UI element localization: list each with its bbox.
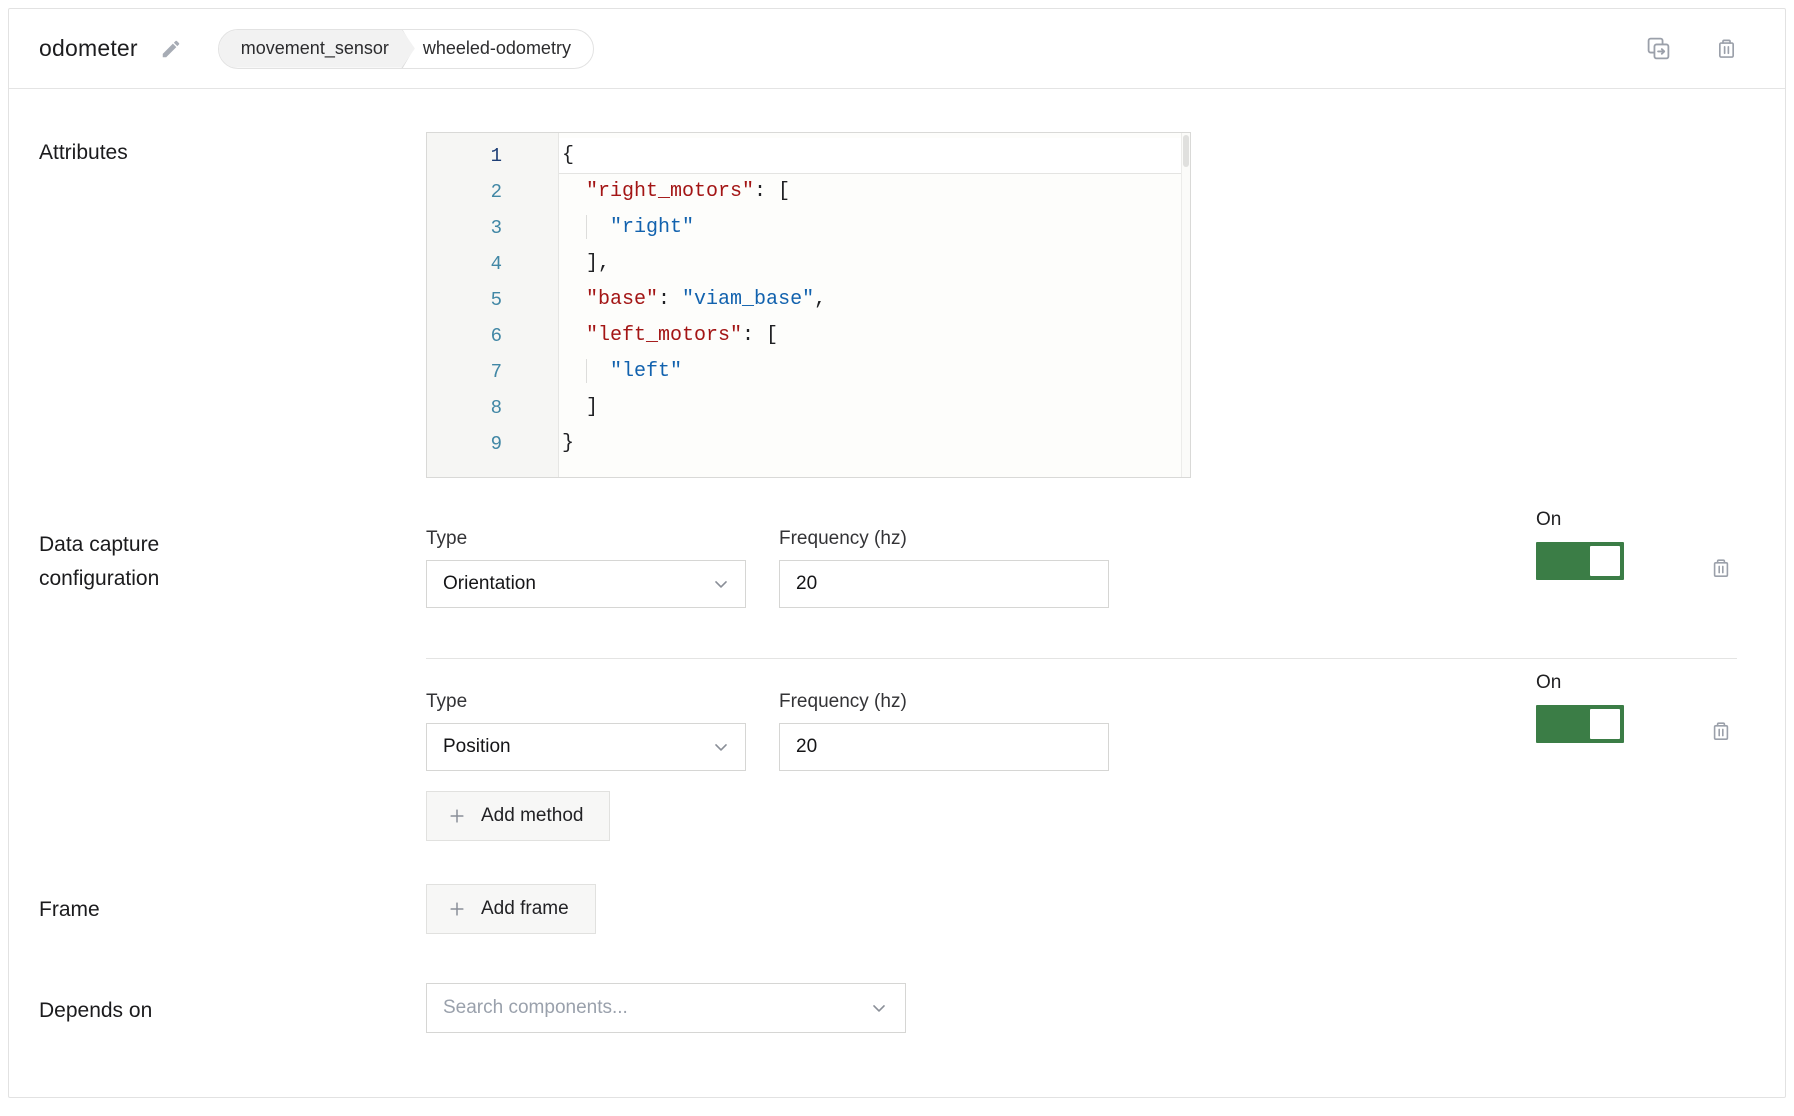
toggle-knob [1590,709,1620,739]
add-frame-button[interactable]: Add frame [426,884,596,934]
toggle-on-label: On [1536,509,1624,531]
frequency-label: Frequency (hz) [779,691,1109,713]
frame-section: Frame Add frame [9,884,1785,934]
add-method-button[interactable]: Add method [426,791,610,841]
delete-method-button[interactable] [1709,556,1733,580]
chevron-down-icon [711,574,731,594]
attributes-section: Attributes 1 2 3 4 5 6 7 8 9 { "right_mo… [9,132,1785,478]
frequency-input[interactable] [779,560,1109,608]
type-select[interactable]: Orientation [426,560,746,608]
rename-button[interactable] [160,38,182,60]
component-header: odometer movement_sensor wheeled-odometr… [9,9,1785,89]
data-capture-label: Data capture configuration [39,528,249,596]
plus-icon [447,806,467,826]
code-line: "base": "viam_base", [559,282,1190,318]
line-number: 2 [427,174,558,210]
plus-icon [447,899,467,919]
code-line: } [559,426,1190,462]
trash-icon [1714,36,1739,61]
frequency-input[interactable] [779,723,1109,771]
line-number: 9 [427,426,558,462]
type-select-value: Position [443,736,711,758]
frame-label: Frame [39,884,426,927]
code-line: ] [559,390,1190,426]
line-number: 3 [427,210,558,246]
frequency-label: Frequency (hz) [779,528,1109,550]
code-line: "right_motors": [ [559,174,1190,210]
type-label: Type [426,691,746,713]
component-name: odometer [39,35,138,62]
breadcrumb-family: movement_sensor [219,30,415,68]
duplicate-icon [1645,35,1672,62]
search-components-input[interactable] [443,997,869,1019]
type-select[interactable]: Position [426,723,746,771]
capture-method-row: Type Position Frequency (hz) [426,691,1737,771]
editor-gutter: 1 2 3 4 5 6 7 8 9 [427,133,559,477]
line-number: 4 [427,246,558,282]
breadcrumb-model-label: wheeled-odometry [423,38,571,59]
data-capture-content: Type Orientation Frequency (hz) [426,528,1737,841]
toggle-knob [1590,546,1620,576]
type-label: Type [426,528,746,550]
data-capture-section: Data capture configuration Type Orientat… [9,528,1785,841]
depends-on-label: Depends on [39,983,426,1028]
toggle-on-label: On [1536,672,1624,694]
add-method-label: Add method [481,805,583,827]
component-config-card: odometer movement_sensor wheeled-odometr… [8,8,1786,1098]
code-line: "left" [559,354,1190,390]
code-line: ], [559,246,1190,282]
code-line: "right" [559,210,1190,246]
delete-method-button[interactable] [1709,719,1733,743]
line-number: 7 [427,354,558,390]
depends-on-section: Depends on [9,983,1785,1033]
line-number: 6 [427,318,558,354]
chevron-down-icon [711,737,731,757]
divider [426,658,1737,659]
delete-component-button[interactable] [1714,36,1739,61]
duplicate-component-button[interactable] [1645,35,1672,62]
type-select-value: Orientation [443,573,711,595]
code-line: { [559,138,1190,174]
attributes-json-editor[interactable]: 1 2 3 4 5 6 7 8 9 { "right_motors": [ "r… [426,132,1191,478]
capture-method-row: Type Orientation Frequency (hz) [426,528,1737,608]
depends-on-select[interactable] [426,983,906,1033]
breadcrumb-model: wheeled-odometry [415,30,593,68]
line-number: 1 [427,138,558,174]
code-line: "left_motors": [ [559,318,1190,354]
trash-icon [1709,719,1733,743]
capture-enabled-toggle[interactable] [1536,705,1624,743]
chevron-down-icon [869,998,889,1018]
breadcrumb: movement_sensor wheeled-odometry [218,29,594,69]
trash-icon [1709,556,1733,580]
line-number: 8 [427,390,558,426]
breadcrumb-family-label: movement_sensor [241,38,389,59]
add-frame-label: Add frame [481,898,569,920]
capture-enabled-toggle[interactable] [1536,542,1624,580]
line-number: 5 [427,282,558,318]
scrollbar-thumb[interactable] [1183,135,1189,167]
editor-scrollbar[interactable] [1181,133,1190,477]
pencil-icon [160,38,182,60]
attributes-label: Attributes [39,132,426,170]
editor-code-area: { "right_motors": [ "right" ], "base": "… [559,133,1190,477]
